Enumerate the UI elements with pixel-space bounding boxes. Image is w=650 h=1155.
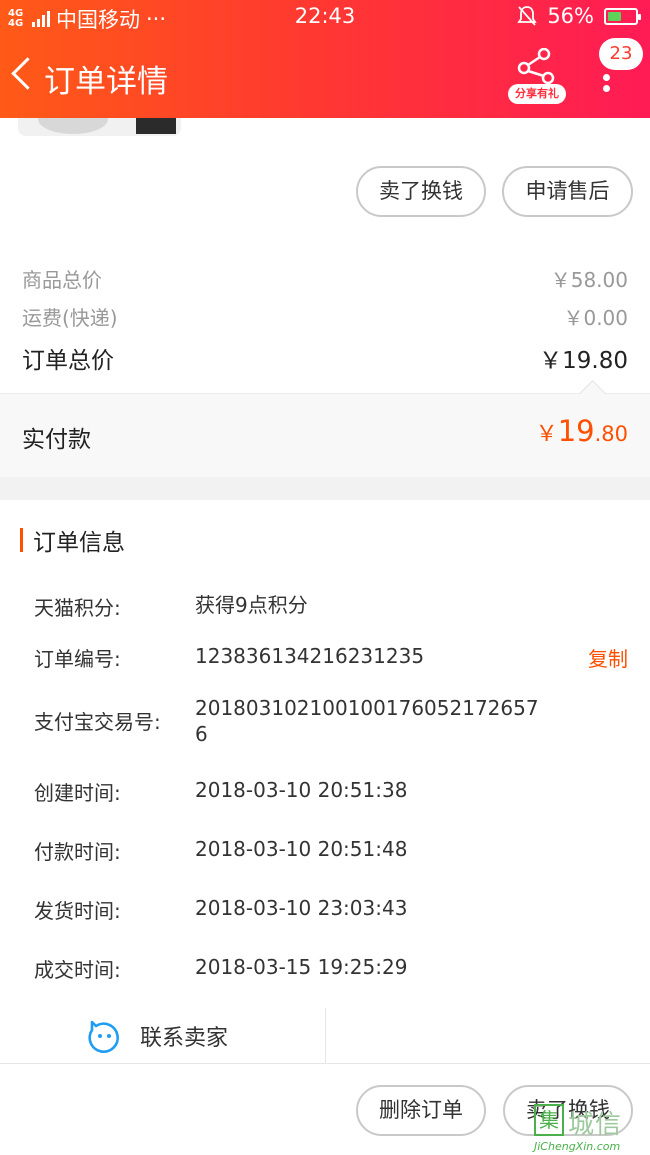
goods-total-value: ￥58.00	[550, 268, 628, 292]
app-header: 4G 4G 中国移动 ··· 22:43 56% 订单详情 分享有礼 23	[0, 0, 650, 118]
back-button[interactable]	[10, 56, 40, 96]
request-after-sale-button[interactable]: 申请售后	[502, 166, 633, 217]
info-label: 订单编号:	[34, 647, 121, 671]
info-value: 2018-03-10 23:03:43	[195, 896, 408, 920]
watermark-text: 城信	[568, 1110, 623, 1140]
shipping-value: ￥0.00	[563, 306, 628, 330]
battery-fill	[608, 11, 621, 21]
battery-percent: 56%	[547, 4, 594, 28]
battery-icon	[604, 7, 641, 25]
site-watermark: 集 城信 JiChengXin.com	[534, 1104, 650, 1155]
goods-total-row: 商品总价 ￥58.00	[22, 264, 628, 293]
info-label: 支付宝交易号:	[34, 710, 161, 734]
delete-order-button[interactable]: 删除订单	[356, 1085, 486, 1136]
more-dot	[603, 85, 610, 92]
info-label: 付款时间:	[34, 840, 121, 864]
paid-decimal: .80	[594, 422, 628, 446]
shipping-row: 运费(快递) ￥0.00	[22, 302, 628, 331]
info-value: 获得9点积分	[195, 593, 308, 617]
order-total-row: 订单总价 ￥19.80	[22, 341, 628, 375]
share-icon	[517, 48, 555, 85]
info-value: 2018031021001001760521726576	[195, 696, 539, 746]
status-bar: 4G 4G 中国移动 ··· 22:43 56%	[0, 0, 650, 36]
copy-order-number-button[interactable]: 复制	[588, 643, 628, 672]
contact-divider	[325, 1008, 326, 1064]
contact-area: 联系卖家	[0, 1008, 650, 1064]
info-label: 成交时间:	[34, 958, 121, 982]
contact-seller-button[interactable]: 联系卖家	[86, 1018, 228, 1054]
section-divider	[0, 477, 650, 500]
paid-label: 实付款	[22, 427, 91, 453]
heading-accent-bar	[20, 528, 23, 552]
watermark-logo: 集	[534, 1104, 564, 1136]
info-label: 发货时间:	[34, 899, 121, 923]
sell-for-cash-button[interactable]: 卖了换钱	[356, 166, 486, 217]
order-info-heading: 订单信息	[20, 526, 125, 556]
paid-currency: ￥	[535, 422, 558, 447]
order-info-title: 订单信息	[33, 530, 125, 556]
goods-total-label: 商品总价	[22, 268, 102, 292]
product-image[interactable]	[18, 118, 181, 136]
watermark-url: JiChengXin.com	[534, 1140, 621, 1153]
order-number-value: 123836134216231235	[195, 644, 425, 668]
order-total-value: ￥19.80	[539, 348, 628, 374]
info-label: 天猫积分:	[34, 596, 121, 620]
info-value: 2018-03-15 19:25:29	[195, 955, 408, 979]
message-count-badge: 23	[599, 38, 643, 70]
page-title: 订单详情	[44, 64, 168, 100]
status-right: 56%	[517, 4, 641, 28]
paid-value: ￥19.80	[536, 414, 628, 448]
info-value: 2018-03-10 20:51:38	[195, 778, 408, 802]
order-total-label: 订单总价	[22, 348, 114, 374]
contact-seller-label: 联系卖家	[140, 1026, 229, 1051]
share-button[interactable]: 分享有礼	[506, 48, 566, 104]
paid-amount-panel: 实付款 ￥19.80	[0, 393, 650, 477]
more-dot	[603, 74, 610, 81]
share-label: 分享有礼	[508, 84, 566, 104]
paid-integer: 19	[557, 414, 595, 448]
info-value: 2018-03-10 20:51:48	[195, 837, 408, 861]
info-label: 创建时间:	[34, 781, 121, 805]
chat-bubble-icon	[88, 1020, 119, 1053]
alarm-off-icon	[517, 6, 537, 26]
shipping-label: 运费(快递)	[22, 306, 118, 330]
